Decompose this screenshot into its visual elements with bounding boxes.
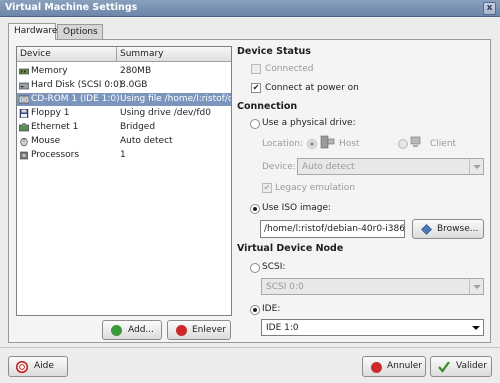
ok-button[interactable]: Valider xyxy=(430,356,492,377)
client-radio[interactable] xyxy=(398,139,408,149)
add-device-button[interactable]: Add... xyxy=(102,320,162,340)
device-summary: 280MB xyxy=(120,66,152,76)
cdrom-icon xyxy=(19,95,29,104)
use-iso-radio[interactable] xyxy=(250,204,260,214)
scsi-node-select[interactable]: SCSI 0:0 xyxy=(261,278,484,295)
ok-button-label: Valider xyxy=(456,361,487,371)
location-label: Location: xyxy=(262,139,304,149)
help-button[interactable]: Aide xyxy=(8,356,68,377)
device-name: Floppy 1 xyxy=(31,108,70,118)
tab-hardware[interactable]: Hardware xyxy=(8,23,57,40)
legacy-emulation-checkbox[interactable]: ✔ xyxy=(262,183,272,193)
scsi-label: SCSI: xyxy=(262,262,286,272)
device-row-processors[interactable]: Processors 1 xyxy=(17,149,231,162)
device-summary: Using file /home/l:ristof/deb xyxy=(120,94,231,104)
device-row-ethernet[interactable]: Ethernet 1 Bridged xyxy=(17,121,231,134)
device-list[interactable]: Device Summary Memory 280MB Hard Disk (S… xyxy=(16,46,232,316)
chevron-down-icon xyxy=(469,279,483,294)
summary-column-header[interactable]: Summary xyxy=(120,49,164,59)
window-title: Virtual Machine Settings xyxy=(5,2,138,13)
connected-checkbox[interactable] xyxy=(251,64,261,74)
ide-node-value: IDE 1:0 xyxy=(266,323,299,333)
floppy-icon xyxy=(19,109,29,118)
virtual-device-node-heading: Virtual Device Node xyxy=(237,243,344,254)
device-summary: Using drive /dev/fd0 xyxy=(120,108,211,118)
use-physical-drive-radio[interactable] xyxy=(250,119,260,129)
processor-icon xyxy=(20,151,28,160)
client-label: Client xyxy=(430,139,457,149)
browse-icon xyxy=(421,224,432,235)
iso-path-input[interactable]: /home/l:ristof/debian-40r0-i386-DV xyxy=(260,220,405,238)
hard-disk-icon xyxy=(19,82,29,90)
use-iso-label: Use ISO image: xyxy=(262,203,332,213)
connect-at-power-on-label: Connect at power on xyxy=(265,83,359,93)
host-computer-icon xyxy=(320,135,335,149)
remove-icon xyxy=(176,325,187,336)
help-button-label: Aide xyxy=(34,361,54,371)
tab-options[interactable]: Options xyxy=(57,24,103,39)
title-bar: Virtual Machine Settings x xyxy=(0,0,500,17)
connected-label: Connected xyxy=(265,64,314,74)
connect-at-power-on-checkbox[interactable]: ✔ xyxy=(251,83,261,93)
ide-label: IDE: xyxy=(262,304,281,314)
device-row-mouse[interactable]: Mouse Auto detect xyxy=(17,135,231,148)
client-computer-icon xyxy=(410,136,421,147)
cancel-button-label: Annuler xyxy=(387,361,423,371)
cancel-button[interactable]: Annuler xyxy=(362,356,426,377)
help-icon xyxy=(16,361,28,373)
device-summary: 8.0GB xyxy=(120,80,148,90)
host-label: Host xyxy=(339,139,360,149)
scsi-node-value: SCSI 0:0 xyxy=(266,282,304,292)
browse-button-label: Browse... xyxy=(437,224,479,234)
legacy-emulation-label: Legacy emulation xyxy=(275,183,356,193)
ide-radio[interactable] xyxy=(250,305,260,315)
physical-device-value: Auto detect xyxy=(302,162,355,172)
device-row-floppy[interactable]: Floppy 1 Using drive /dev/fd0 xyxy=(17,107,231,120)
remove-button-label: Enlever xyxy=(192,325,226,335)
ide-node-select[interactable]: IDE 1:0 xyxy=(261,319,484,336)
device-summary: Bridged xyxy=(120,122,156,132)
device-name: Ethernet 1 xyxy=(31,122,79,132)
memory-icon xyxy=(19,68,29,75)
device-row-cdrom[interactable]: CD-ROM 1 (IDE 1:0) Using file /home/l:ri… xyxy=(17,93,231,106)
connection-heading: Connection xyxy=(237,101,298,112)
device-row-hard-disk[interactable]: Hard Disk (SCSI 0:0) 8.0GB xyxy=(17,79,231,92)
scsi-radio[interactable] xyxy=(250,263,260,273)
add-icon xyxy=(111,325,122,336)
device-name: Memory xyxy=(31,66,68,76)
iso-path-value: /home/l:ristof/debian-40r0-i386-DV xyxy=(264,224,405,234)
device-list-header: Device Summary xyxy=(17,47,231,62)
checkmark-icon xyxy=(438,361,450,373)
device-name: Mouse xyxy=(31,136,61,146)
add-button-label: Add... xyxy=(128,325,155,335)
device-summary: 1 xyxy=(120,150,126,160)
device-name: Processors xyxy=(31,150,80,160)
chevron-down-icon xyxy=(469,320,483,335)
device-row-memory[interactable]: Memory 280MB xyxy=(17,65,231,78)
device-label: Device: xyxy=(262,162,296,172)
device-column-header[interactable]: Device xyxy=(20,49,51,59)
ethernet-icon xyxy=(19,123,29,132)
device-name: CD-ROM 1 (IDE 1:0) xyxy=(31,94,120,104)
host-radio[interactable] xyxy=(307,139,317,149)
device-summary: Auto detect xyxy=(120,136,173,146)
device-status-heading: Device Status xyxy=(237,46,311,57)
physical-device-select[interactable]: Auto detect xyxy=(297,158,484,175)
browse-button[interactable]: Browse... xyxy=(412,219,484,239)
close-window-button[interactable]: x xyxy=(483,2,496,15)
device-name: Hard Disk (SCSI 0:0) xyxy=(31,80,123,90)
use-physical-drive-label: Use a physical drive: xyxy=(262,118,356,128)
footer-separator xyxy=(0,347,500,348)
close-icon: x xyxy=(486,3,493,13)
mouse-icon xyxy=(20,137,28,146)
remove-device-button[interactable]: Enlever xyxy=(167,320,231,340)
cancel-icon xyxy=(371,362,382,373)
chevron-down-icon xyxy=(469,159,483,174)
